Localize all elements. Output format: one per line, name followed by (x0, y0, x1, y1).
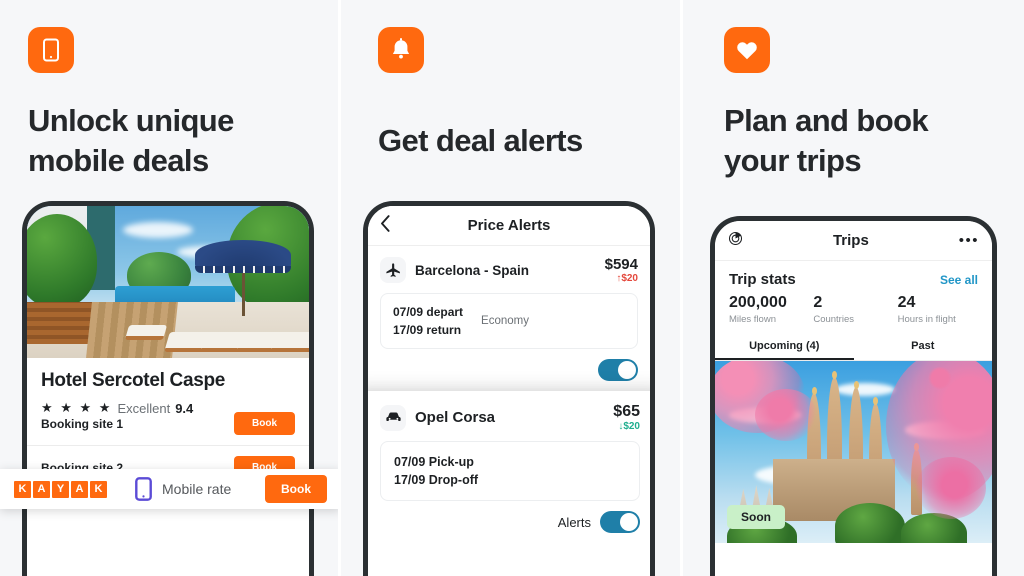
phone-mockup-trips: Trips ••• Trip stats See all 200,000 Mil… (710, 216, 997, 576)
page-title: Trips (832, 232, 869, 249)
app-header: Price Alerts (368, 206, 650, 246)
phone-mockup-hotel: Hotel Sercotel Caspe ★ ★ ★ ★ Excellent 9… (22, 201, 314, 576)
kayak-logo-letter: Y (52, 480, 69, 498)
stat-item: 24 Hours in flight (898, 294, 978, 325)
alerts-toggle[interactable] (598, 359, 638, 381)
headline-line-2: your trips (724, 143, 862, 178)
stat-label: Hours in flight (897, 314, 956, 325)
pickup-date: 07/09 Pick-up (394, 455, 474, 469)
stat-label: Countries (813, 314, 854, 325)
tab-past[interactable]: Past (854, 333, 993, 360)
airplane-icon (380, 257, 406, 283)
alerts-toggle[interactable] (600, 511, 640, 533)
mobile-phone-icon (135, 477, 152, 501)
alert-name: Barcelona - Spain (415, 262, 530, 278)
target-chart-icon[interactable] (728, 231, 743, 251)
trip-stats-title: Trip stats (729, 271, 796, 288)
onboarding-screens: Unlock unique mobile deals Hotel Sercote… (0, 0, 1024, 576)
return-date: 17/09 return (393, 323, 462, 337)
kayak-logo-letter: A (33, 480, 50, 498)
trip-stats-card: 200,000 Miles flown 2 Countries 24 Hours… (715, 294, 992, 333)
dropoff-date: 17/09 Drop-off (394, 473, 479, 487)
tab-upcoming[interactable]: Upcoming (4) (715, 333, 854, 360)
booking-site-name: Booking site 1 (41, 416, 124, 431)
chevron-left-icon[interactable] (380, 214, 391, 237)
hotel-name: Hotel Sercotel Caspe (41, 370, 226, 391)
cabin-class: Economy (481, 315, 529, 327)
mobile-rate-label: Mobile rate (162, 481, 232, 497)
more-options-icon[interactable]: ••• (959, 233, 979, 248)
stat-label: Miles flown (729, 314, 776, 325)
depart-date: 07/09 depart (393, 305, 464, 319)
panel-plan-book-trips: Plan and book your trips Trips ••• Trip … (683, 0, 1024, 576)
alert-name: Opel Corsa (415, 409, 496, 426)
alerts-label: Alerts (557, 514, 591, 530)
app-header: Trips ••• (715, 221, 992, 261)
trip-status-badge: Soon (727, 505, 785, 529)
kayak-logo: K A Y A K (14, 480, 107, 498)
mobile-rate-book-button[interactable]: Book (265, 475, 327, 503)
panel-mobile-deals: Unlock unique mobile deals Hotel Sercote… (0, 0, 341, 576)
headline-line-1: Get deal alerts (378, 123, 583, 158)
trip-card-photo[interactable]: Soon (715, 361, 992, 543)
headline-line-1: Unlock unique (28, 103, 234, 138)
flight-alert-card[interactable]: Barcelona - Spain $594 ↑$20 07/09 depart… (368, 246, 650, 389)
headline-line-1: Plan and book (724, 103, 929, 138)
book-button[interactable]: Book (234, 412, 295, 435)
kayak-logo-letter: A (71, 480, 88, 498)
hotel-photo (27, 206, 309, 358)
price-delta: ↓$20 (618, 421, 640, 432)
trip-stats-header: Trip stats See all (715, 261, 992, 294)
booking-site-row[interactable]: Booking site 1 Book (27, 402, 309, 446)
bell-icon (378, 27, 424, 73)
panel-deal-alerts: Get deal alerts Price Alerts Barcelona -… (341, 0, 683, 576)
mobile-phone-icon (28, 27, 74, 73)
mobile-rate-bar: K A Y A K Mobile rate Book (0, 469, 338, 509)
stat-value: 2 (813, 294, 823, 311)
kayak-logo-letter: K (14, 480, 31, 498)
stat-value: 200,000 (729, 294, 787, 311)
flight-detail-box: 07/09 depart 17/09 return Economy (380, 293, 638, 349)
stat-item: 2 Countries (813, 294, 893, 325)
stat-value: 24 (897, 294, 916, 311)
car-detail-box: 07/09 Pick-up 17/09 Drop-off (380, 441, 640, 501)
alert-price: $594 (604, 256, 638, 273)
page-title: Price Alerts (467, 217, 551, 234)
see-all-link[interactable]: See all (940, 273, 978, 287)
phone-mockup-alerts: Price Alerts Barcelona - Spain $594 ↑$20 (363, 201, 655, 576)
alert-price: $65 (613, 403, 640, 420)
heart-icon (724, 27, 770, 73)
car-alert-card[interactable]: Opel Corsa $65 ↓$20 07/09 Pick-up 17/09 … (368, 391, 650, 576)
car-icon (380, 404, 406, 431)
trips-tabs: Upcoming (4) Past (715, 333, 992, 361)
price-delta: ↑$20 (616, 273, 638, 284)
stat-item: 200,000 Miles flown (729, 294, 809, 325)
kayak-logo-letter: K (90, 480, 107, 498)
headline-line-2: mobile deals (28, 143, 209, 178)
